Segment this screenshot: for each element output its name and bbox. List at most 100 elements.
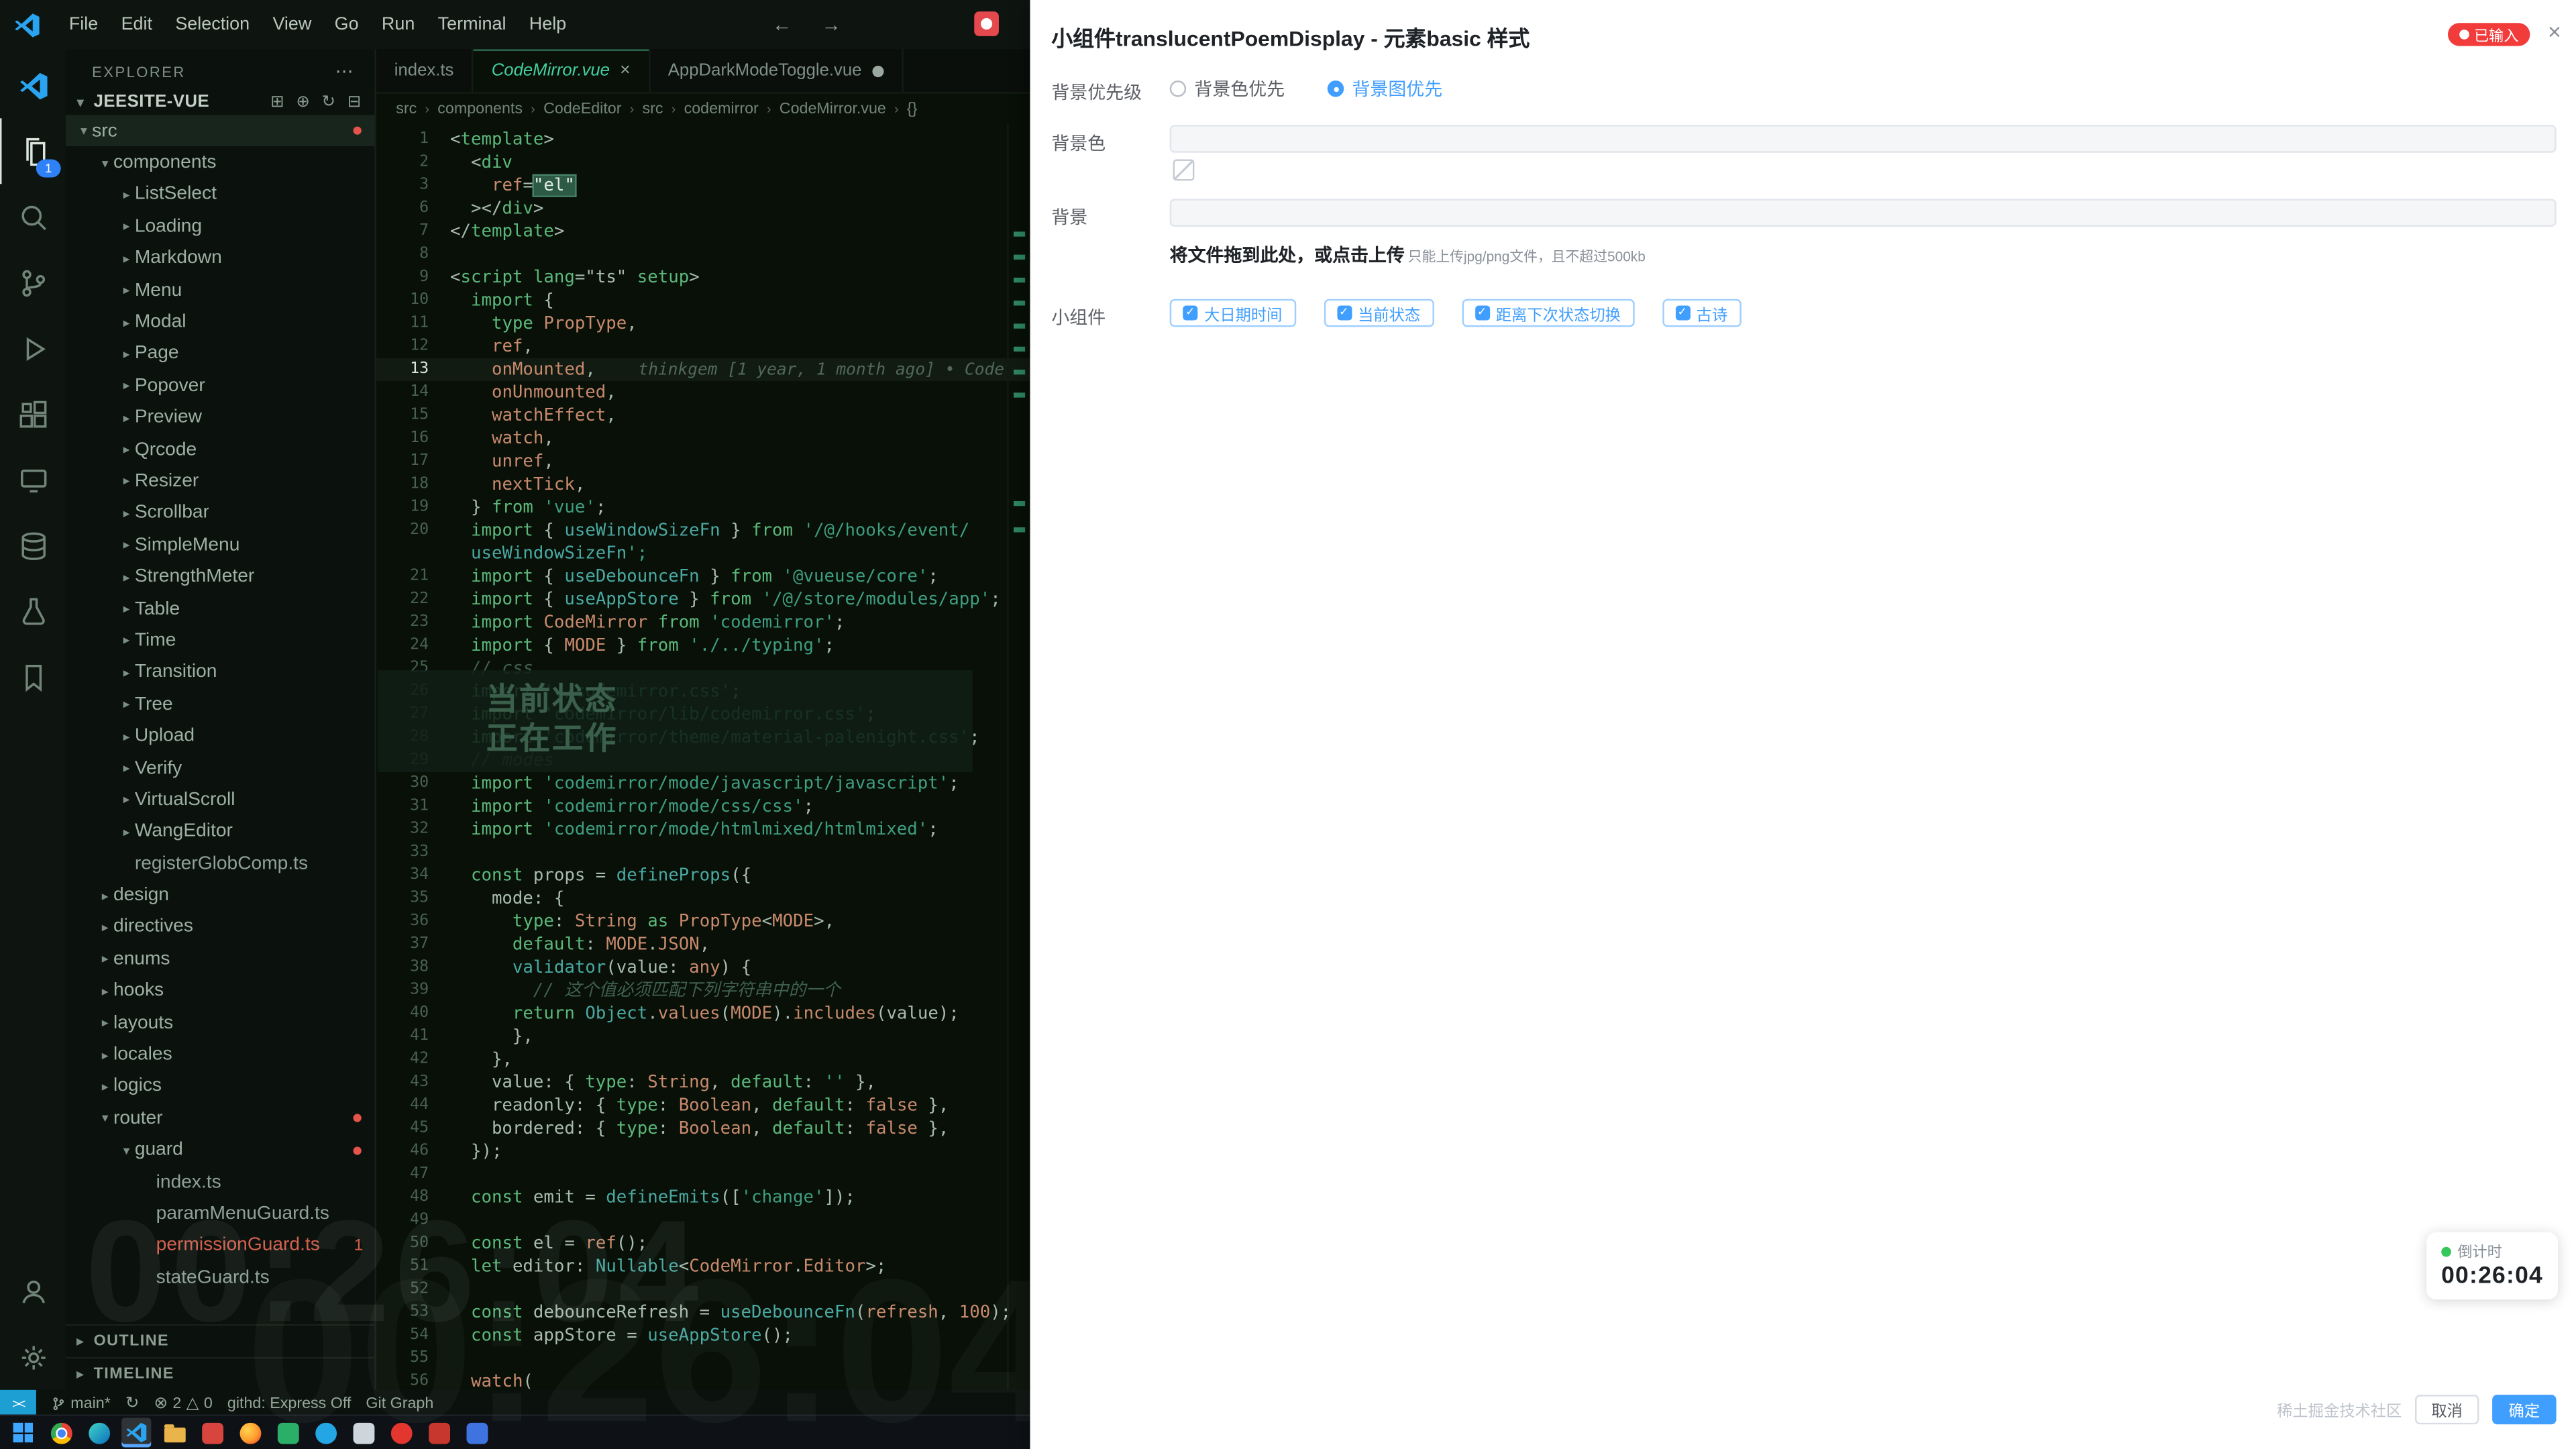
menu-file[interactable]: File	[58, 10, 110, 40]
more-actions-icon[interactable]: ⋯	[335, 61, 355, 83]
tree-item-popover[interactable]: ▸Popover	[66, 370, 374, 401]
taskbar-app-red[interactable]	[197, 1417, 227, 1447]
upload-hint[interactable]: 将文件拖到此处，或点击上传只能上传jpg/png文件，且不超过500kb	[1170, 241, 1646, 268]
code-line[interactable]: 2 <div	[376, 151, 1030, 174]
tree-item-strengthmeter[interactable]: ▸StrengthMeter	[66, 561, 374, 592]
tree-item-directives[interactable]: ▸directives	[66, 912, 374, 943]
tree-item-listselect[interactable]: ▸ListSelect	[66, 178, 374, 210]
radio-bg-image-priority[interactable]: 背景图优先	[1328, 76, 1442, 102]
breadcrumb-item[interactable]: src	[643, 99, 663, 117]
code-line[interactable]: 16 watch,	[376, 427, 1030, 450]
tree-item-logics[interactable]: ▸logics	[66, 1071, 374, 1102]
record-button[interactable]	[974, 11, 999, 36]
breadcrumb-item[interactable]: src	[396, 99, 417, 117]
close-icon[interactable]: ×	[2548, 18, 2561, 44]
settings-icon[interactable]	[0, 1324, 66, 1390]
taskbar-vscode[interactable]	[121, 1417, 151, 1447]
code-line[interactable]: 8	[376, 243, 1030, 266]
bg-color-input[interactable]	[1170, 125, 2557, 153]
source-control-icon[interactable]	[0, 250, 66, 315]
code-line[interactable]: 38 validator(value: any) {	[376, 956, 1030, 979]
code-line[interactable]: 55	[376, 1347, 1030, 1370]
cancel-button[interactable]: 取消	[2415, 1395, 2479, 1424]
code-line[interactable]: 11 type PropType,	[376, 312, 1030, 335]
code-line[interactable]: 39 // 这个值必须匹配下列字符串中的一个	[376, 979, 1030, 1002]
code-line[interactable]: 51 let editor: Nullable<CodeMirror.Edito…	[376, 1255, 1030, 1278]
radio-bg-color-priority[interactable]: 背景色优先	[1170, 76, 1285, 102]
new-folder-icon[interactable]: ⊕	[296, 93, 310, 111]
taskbar-chrome[interactable]	[46, 1417, 76, 1447]
explorer-icon[interactable]: 1	[0, 118, 67, 184]
database-icon[interactable]	[0, 513, 66, 578]
code-line[interactable]: 50 const el = ref();	[376, 1232, 1030, 1255]
tree-item-page[interactable]: ▸Page	[66, 338, 374, 370]
tree-item-modal[interactable]: ▸Modal	[66, 306, 374, 337]
tree-item-design[interactable]: ▸design	[66, 879, 374, 911]
code-line[interactable]: 21 import { useDebounceFn } from '@vueus…	[376, 565, 1030, 588]
tree-item-preview[interactable]: ▸Preview	[66, 402, 374, 433]
code-line[interactable]: 42 },	[376, 1048, 1030, 1071]
extensions-icon[interactable]	[0, 381, 66, 447]
menu-edit[interactable]: Edit	[109, 10, 164, 40]
code-line[interactable]: 54 const appStore = useAppStore();	[376, 1324, 1030, 1347]
taskbar-explorer[interactable]	[160, 1417, 189, 1447]
tree-item-enums[interactable]: ▸enums	[66, 943, 374, 975]
code-line[interactable]: 31 import 'codemirror/mode/css/css';	[376, 795, 1030, 818]
tree-item-permissionguard-ts[interactable]: permissionGuard.ts1	[66, 1230, 374, 1261]
problems-indicator[interactable]: ⊗2 △0	[154, 1394, 212, 1412]
widget-checkbox-[interactable]: ✓距离下次状态切换	[1461, 299, 1633, 327]
menu-selection[interactable]: Selection	[164, 10, 261, 40]
confirm-button[interactable]: 确定	[2492, 1395, 2557, 1424]
tree-item-registerglobcomp-ts[interactable]: registerGlobComp.ts	[66, 848, 374, 879]
tab-appdarkmodetoggle-vue[interactable]: AppDarkModeToggle.vue	[650, 49, 903, 92]
refresh-explorer-icon[interactable]: ↻	[322, 93, 336, 111]
taskbar-edge[interactable]	[84, 1417, 113, 1447]
tree-item-transition[interactable]: ▸Transition	[66, 657, 374, 688]
breadcrumb-item[interactable]: CodeMirror.vue	[780, 99, 886, 117]
code-line[interactable]: 9<script lang="ts" setup>	[376, 266, 1030, 289]
taskbar-app-gray[interactable]	[348, 1417, 378, 1447]
git-branch[interactable]: main*	[51, 1394, 111, 1412]
color-picker-swatch[interactable]	[1173, 160, 1195, 181]
code-line[interactable]: 13 onMounted,thinkgem [1 year, 1 month a…	[376, 358, 1030, 381]
tab-codemirror-vue[interactable]: CodeMirror.vue×	[474, 49, 650, 92]
code-line[interactable]: 7</template>	[376, 220, 1030, 243]
code-line[interactable]: 41 },	[376, 1025, 1030, 1048]
testing-icon[interactable]	[0, 578, 66, 644]
taskbar-wechat[interactable]	[273, 1417, 303, 1447]
remote-indicator[interactable]: ><	[0, 1390, 36, 1416]
tree-item-locales[interactable]: ▸locales	[66, 1039, 374, 1071]
breadcrumb-item[interactable]: CodeEditor	[543, 99, 621, 117]
nav-forward-icon[interactable]: →	[821, 13, 841, 36]
tree-item-wangeditor[interactable]: ▸WangEditor	[66, 816, 374, 847]
tree-item-components[interactable]: ▾components	[66, 147, 374, 178]
remote-explorer-icon[interactable]	[0, 447, 66, 513]
tree-item-upload[interactable]: ▸Upload	[66, 720, 374, 752]
git-graph-button[interactable]: Git Graph	[366, 1394, 433, 1412]
menu-go[interactable]: Go	[323, 10, 370, 40]
tree-item-time[interactable]: ▸Time	[66, 625, 374, 656]
code-line[interactable]: 48 const emit = defineEmits(['change']);	[376, 1186, 1030, 1209]
tab-close-icon[interactable]: ×	[620, 61, 631, 80]
widget-checkbox-[interactable]: ✓当前状态	[1324, 299, 1434, 327]
tree-item-src[interactable]: ▾src	[66, 115, 374, 146]
outline-section[interactable]: ▸ OUTLINE	[66, 1324, 374, 1357]
tree-item-menu[interactable]: ▸Menu	[66, 274, 374, 306]
taskbar-app-red-2[interactable]	[424, 1417, 453, 1447]
taskbar-start[interactable]	[8, 1417, 38, 1447]
tree-item-simplemenu[interactable]: ▸SimpleMenu	[66, 529, 374, 561]
code-line[interactable]: 53 const debounceRefresh = useDebounceFn…	[376, 1301, 1030, 1324]
tab-index-ts[interactable]: index.ts	[376, 49, 474, 92]
code-line[interactable]: 33	[376, 841, 1030, 864]
breadcrumb-item[interactable]: {}	[907, 99, 918, 117]
code-line[interactable]: 10 import {	[376, 289, 1030, 312]
taskbar-firefox[interactable]	[235, 1417, 264, 1447]
code-line[interactable]: useWindowSizeFn';	[376, 542, 1030, 565]
code-line[interactable]: 47	[376, 1163, 1030, 1186]
breadcrumb-item[interactable]: components	[437, 99, 523, 117]
tree-item-stateguard-ts[interactable]: stateGuard.ts	[66, 1262, 374, 1293]
taskbar-app-blue[interactable]	[462, 1417, 491, 1447]
code-line[interactable]: 19 } from 'vue';	[376, 496, 1030, 519]
account-icon[interactable]	[0, 1258, 66, 1324]
code-line[interactable]: 20 import { useWindowSizeFn } from '/@/h…	[376, 519, 1030, 542]
